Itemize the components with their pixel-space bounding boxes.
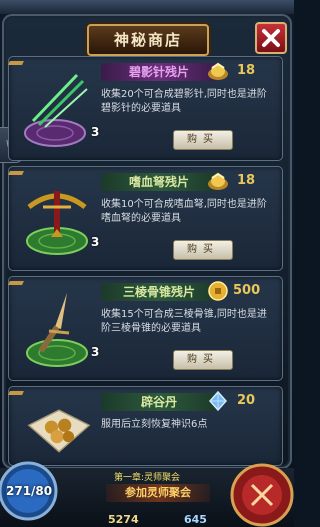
shop-item-card: 3 三棱骨锥残片 500 收集15个可合成三棱骨锥,同时也是进阶三棱骨锥的必要道…	[8, 276, 283, 381]
chapter-label: 第一章:灵师聚会	[114, 473, 181, 483]
item-price: 18	[237, 173, 256, 188]
bone-spear-shard-icon	[26, 293, 88, 367]
item-description: 收集20个可合成碧影针,同时也是进阶碧影针的必要道具	[101, 89, 267, 114]
pills-icon	[27, 409, 91, 453]
item-name: 三棱骨锥残片	[101, 283, 217, 301]
item-name: 碧影针残片	[101, 63, 217, 81]
item-name: 嗜血弩残片	[101, 173, 217, 191]
item-quantity: 3	[91, 125, 100, 139]
gem-count: 645	[184, 513, 207, 526]
attack-skill-icon[interactable]	[224, 455, 294, 527]
buy-button[interactable]: 购买	[173, 240, 233, 260]
gold-count: 5274	[108, 513, 139, 526]
hp-value: 271/80	[6, 484, 53, 498]
item-description: 收集15个可合成三棱骨锥,同时也是进阶三棱骨锥的必要道具	[101, 309, 267, 334]
item-quantity: 3	[91, 345, 100, 359]
close-button[interactable]	[255, 22, 287, 54]
item-price: 20	[237, 393, 256, 408]
crossbow-shard-icon	[26, 191, 88, 255]
top-status-strip	[0, 0, 294, 14]
diamond-icon	[208, 390, 228, 412]
close-icon	[262, 29, 280, 47]
item-quantity: 3	[91, 235, 100, 249]
shop-item-card: 3 嗜血弩残片 18 收集10个可合成嗜血弩,同时也是进阶嗜血弩的必要道具 购买	[8, 166, 283, 271]
item-price: 500	[233, 283, 261, 298]
gold-ingot-icon	[208, 62, 228, 80]
item-price: 18	[237, 63, 256, 78]
buy-button[interactable]: 购买	[173, 350, 233, 370]
item-description: 收集10个可合成嗜血弩,同时也是进阶嗜血弩的必要道具	[101, 199, 267, 224]
gold-ingot-icon	[208, 172, 228, 190]
shop-title: 神秘商店	[87, 24, 209, 56]
shop-item-card: 3 碧影针残片 18 收集20个可合成碧影针,同时也是进阶碧影针的必要道具 购买	[8, 56, 283, 161]
item-name: 辟谷丹	[101, 393, 217, 411]
gold-coin-icon	[208, 281, 228, 301]
item-description: 服用后立刻恢复神识6点	[101, 419, 208, 430]
quest-button[interactable]: 参加灵师聚会	[106, 484, 210, 502]
needle-shard-icon	[24, 73, 88, 147]
shop-item-card: 辟谷丹 20 服用后立刻恢复神识6点	[8, 386, 283, 466]
buy-button[interactable]: 购买	[173, 130, 233, 150]
